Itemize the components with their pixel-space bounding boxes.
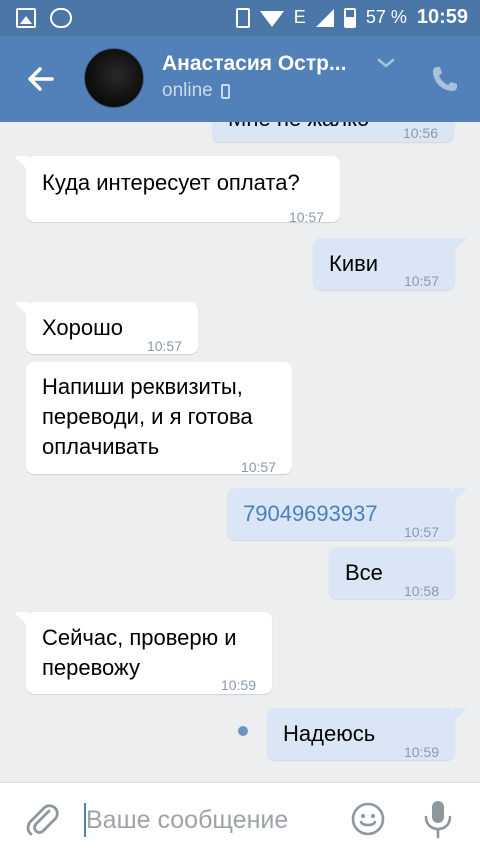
mobile-device-icon bbox=[220, 83, 230, 99]
back-button[interactable] bbox=[22, 61, 62, 97]
message-bubble-outgoing[interactable]: Все 10:58 bbox=[329, 547, 455, 599]
system-indicators: E 57 % 10:59 bbox=[235, 6, 468, 29]
online-status-text: online bbox=[162, 80, 213, 101]
message-bubble-incoming[interactable]: Сейчас, проверю и перевожу 10:59 bbox=[14, 612, 272, 694]
gallery-notification-icon bbox=[16, 8, 36, 28]
message-text: Надеюсь bbox=[283, 721, 376, 746]
message-text: Киви bbox=[329, 251, 379, 276]
wifi-icon bbox=[259, 10, 284, 27]
smiley-icon[interactable] bbox=[350, 801, 386, 837]
vibrate-icon bbox=[235, 7, 250, 28]
vk-notification-icon bbox=[50, 8, 72, 28]
message-time: 10:56 bbox=[402, 125, 438, 141]
chevron-down-icon[interactable] bbox=[376, 56, 396, 70]
status-bar: E 57 % 10:59 bbox=[0, 0, 480, 36]
message-input[interactable] bbox=[86, 803, 336, 837]
unread-indicator bbox=[238, 726, 248, 736]
chat-header: Анастасия Остр... online bbox=[0, 36, 480, 122]
message-text: Мне не жалко bbox=[228, 122, 369, 134]
online-status: online bbox=[162, 80, 230, 102]
message-time: 10:57 bbox=[288, 209, 324, 225]
message-time: 10:57 bbox=[403, 273, 439, 289]
battery-icon bbox=[343, 7, 356, 28]
signal-icon bbox=[315, 8, 334, 27]
message-text: Все bbox=[345, 560, 383, 585]
message-bubble-outgoing[interactable]: Киви 10:57 bbox=[313, 238, 467, 290]
message-link-text[interactable]: 79049693937 bbox=[243, 499, 378, 529]
message-bubble-outgoing[interactable]: 79049693937 10:57 bbox=[227, 488, 467, 540]
message-time: 10:59 bbox=[220, 677, 256, 693]
microphone-icon[interactable] bbox=[420, 797, 456, 841]
message-text: Хорошо bbox=[42, 315, 124, 340]
message-time: 10:57 bbox=[403, 524, 439, 540]
message-bubble-incoming[interactable]: Напиши реквизиты, переводи, и я готова о… bbox=[26, 362, 292, 475]
message-time: 10:59 bbox=[403, 744, 439, 760]
composer-bar bbox=[0, 782, 480, 854]
message-bubble-incoming[interactable]: Хорошо 10:57 bbox=[14, 302, 198, 354]
message-bubble-outgoing[interactable]: Мне не жалко 10:56 bbox=[212, 122, 454, 142]
phone-icon[interactable] bbox=[430, 64, 460, 94]
paperclip-icon[interactable] bbox=[22, 799, 62, 839]
message-bubble-incoming[interactable]: Куда интересует оплата? 10:57 bbox=[14, 156, 340, 225]
message-text: Куда интересует оплата? bbox=[42, 170, 300, 195]
contact-avatar[interactable] bbox=[84, 48, 144, 108]
contact-name[interactable]: Анастасия Остр... bbox=[162, 52, 346, 76]
notification-icons bbox=[16, 8, 72, 28]
message-text: Сейчас, проверю и перевожу bbox=[42, 625, 237, 680]
message-text: Напиши реквизиты, переводи, и я готова о… bbox=[42, 374, 253, 459]
network-type-label: E bbox=[293, 7, 306, 27]
clock: 10:59 bbox=[416, 6, 468, 28]
message-time: 10:57 bbox=[240, 459, 276, 475]
message-time: 10:57 bbox=[146, 338, 182, 354]
message-bubble-outgoing[interactable]: Надеюсь 10:59 bbox=[267, 708, 467, 760]
message-list[interactable]: Мне не жалко 10:56 Куда интересует оплат… bbox=[0, 122, 480, 782]
message-time: 10:58 bbox=[403, 583, 439, 599]
arrow-left-icon bbox=[28, 67, 54, 91]
battery-percent: 57 % bbox=[365, 7, 407, 27]
